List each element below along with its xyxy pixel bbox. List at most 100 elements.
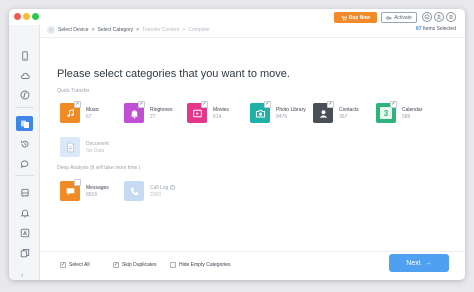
category-name: Call Log i — [150, 185, 176, 191]
calendar-checkbox[interactable]: ✓ — [390, 101, 397, 108]
category-contacts[interactable]: ✓ Contacts 367 — [313, 101, 375, 125]
calendar-icon: 3 — [380, 107, 392, 119]
menu-icon[interactable] — [446, 12, 456, 22]
sidebar-item-icloud[interactable] — [16, 68, 33, 83]
camera-icon — [255, 109, 265, 118]
sidebar-divider — [15, 107, 34, 108]
music-checkbox[interactable]: ✓ — [74, 101, 81, 108]
transfer-icon — [20, 120, 29, 128]
film-icon — [192, 109, 202, 117]
select-all-checkbox[interactable]: ✓ — [60, 262, 66, 268]
hide-empty-checkbox[interactable] — [170, 262, 176, 268]
category-messages[interactable]: Messages 8916 — [60, 179, 122, 203]
select-all-option[interactable]: ✓ Select All — [60, 262, 90, 268]
buy-now-button[interactable]: Buy Now — [334, 12, 377, 23]
skip-duplicates-checkbox[interactable]: ✓ — [113, 262, 119, 268]
activate-label: Activate — [394, 14, 412, 21]
category-music[interactable]: ✓ Music 67 — [60, 101, 122, 125]
next-button[interactable]: Next → — [389, 254, 449, 272]
category-calendar[interactable]: 3 ✓ Calendar 589 — [376, 101, 438, 125]
category-name: Document — [86, 141, 109, 147]
call-log-tile — [124, 181, 144, 201]
info-icon[interactable]: i — [170, 185, 176, 191]
bell-icon — [130, 109, 138, 119]
category-count: 367 — [339, 114, 348, 120]
phone-icon — [130, 187, 138, 195]
sidebar: › — [9, 25, 40, 280]
category-count: 8916 — [86, 192, 98, 198]
account-icon[interactable] — [434, 12, 444, 22]
breadcrumb-step: Complete — [188, 27, 210, 33]
minimize-window-button[interactable] — [23, 13, 30, 20]
breadcrumb-step: Transfer Content — [142, 27, 180, 33]
category-name: Contacts — [339, 107, 359, 113]
category-count: 614 — [213, 114, 222, 120]
close-window-button[interactable] — [14, 13, 21, 20]
photo-library-checkbox[interactable]: ✓ — [264, 101, 271, 108]
maximize-window-button[interactable] — [32, 13, 39, 20]
breadcrumb-step: Select Category — [97, 27, 134, 33]
skip-duplicates-option[interactable]: ✓ Skip Duplicates — [113, 262, 156, 268]
cart-icon — [341, 15, 347, 21]
contacts-checkbox[interactable]: ✓ — [327, 101, 334, 108]
movies-checkbox[interactable]: ✓ — [201, 101, 208, 108]
breadcrumb-separator: > — [136, 27, 139, 33]
category-count: 9476 — [276, 114, 288, 120]
messages-checkbox[interactable] — [74, 179, 81, 186]
category-name: Ringtones — [150, 107, 173, 113]
category-movies[interactable]: ✓ Movies 614 — [187, 101, 249, 125]
feedback-icon[interactable] — [422, 12, 432, 22]
sidebar-divider — [15, 175, 34, 176]
items-selected-counter: 67 Items Selected — [416, 26, 456, 32]
chat-icon — [20, 159, 28, 168]
hide-empty-option[interactable]: Hide Empty Categories — [170, 262, 230, 268]
breadcrumb-separator: > — [182, 27, 186, 33]
category-name: Movies — [213, 107, 229, 113]
category-count: 27 — [150, 114, 156, 120]
back-button[interactable]: ‹ — [47, 26, 55, 34]
message-icon — [66, 187, 74, 195]
skip-duplicates-label: Skip Duplicates — [122, 262, 157, 268]
phone-icon — [21, 50, 28, 61]
bell-icon — [20, 209, 29, 217]
app-window: Buy Now Activate ‹ Select Device > Selec… — [9, 9, 465, 280]
deep-analysis-label: Deep Analysis (It will take more time.) — [57, 165, 141, 171]
calendar-day: 3 — [383, 108, 389, 118]
activate-button[interactable]: Activate — [381, 12, 417, 23]
breadcrumb-separator: > — [91, 27, 95, 33]
sidebar-item-transfer[interactable] — [16, 116, 33, 131]
select-all-label: Select All — [69, 262, 90, 268]
breadcrumb-step: Select Device — [58, 27, 89, 33]
copy-icon — [20, 248, 29, 257]
appstore-icon — [20, 228, 29, 237]
music-icon — [20, 90, 29, 99]
selected-count-value: 67 — [415, 26, 422, 32]
ringtones-checkbox[interactable]: ✓ — [138, 101, 145, 108]
category-count: 2000 — [150, 192, 162, 198]
sidebar-item-device[interactable] — [16, 48, 33, 63]
breadcrumb: ‹ Select Device > Select Category > Tran… — [47, 26, 210, 34]
category-photo-library[interactable]: ✓ Photo Library 9476 — [250, 101, 312, 125]
sidebar-item-social[interactable] — [16, 156, 33, 171]
music-icon — [66, 108, 74, 117]
document-icon — [66, 142, 74, 152]
sidebar-item-phone-switcher[interactable] — [16, 185, 33, 200]
sidebar-item-app-manager[interactable] — [16, 225, 33, 240]
quick-transfer-label: Quick Transfer — [57, 88, 90, 94]
category-count: No Data — [86, 148, 105, 154]
category-document: Document No Data — [60, 137, 122, 159]
category-name: Photo Library — [276, 107, 306, 113]
selected-count-label: Items Selected — [422, 26, 456, 32]
sidebar-item-itunes[interactable] — [16, 87, 33, 102]
sidebar-item-ringtone[interactable] — [16, 205, 33, 220]
category-ringtones[interactable]: ✓ Ringtones 27 — [124, 101, 186, 125]
call-log-name: Call Log — [150, 185, 169, 191]
sidebar-expand-toggle[interactable]: › — [21, 272, 23, 279]
history-icon — [20, 140, 28, 147]
sidebar-item-clipboard[interactable] — [16, 245, 33, 260]
category-count: 67 — [86, 114, 92, 120]
sidebar-item-backup[interactable] — [16, 136, 33, 151]
title-bar: Buy Now Activate — [9, 9, 465, 25]
hide-empty-label: Hide Empty Categories — [179, 262, 231, 268]
bus-icon — [20, 188, 29, 197]
